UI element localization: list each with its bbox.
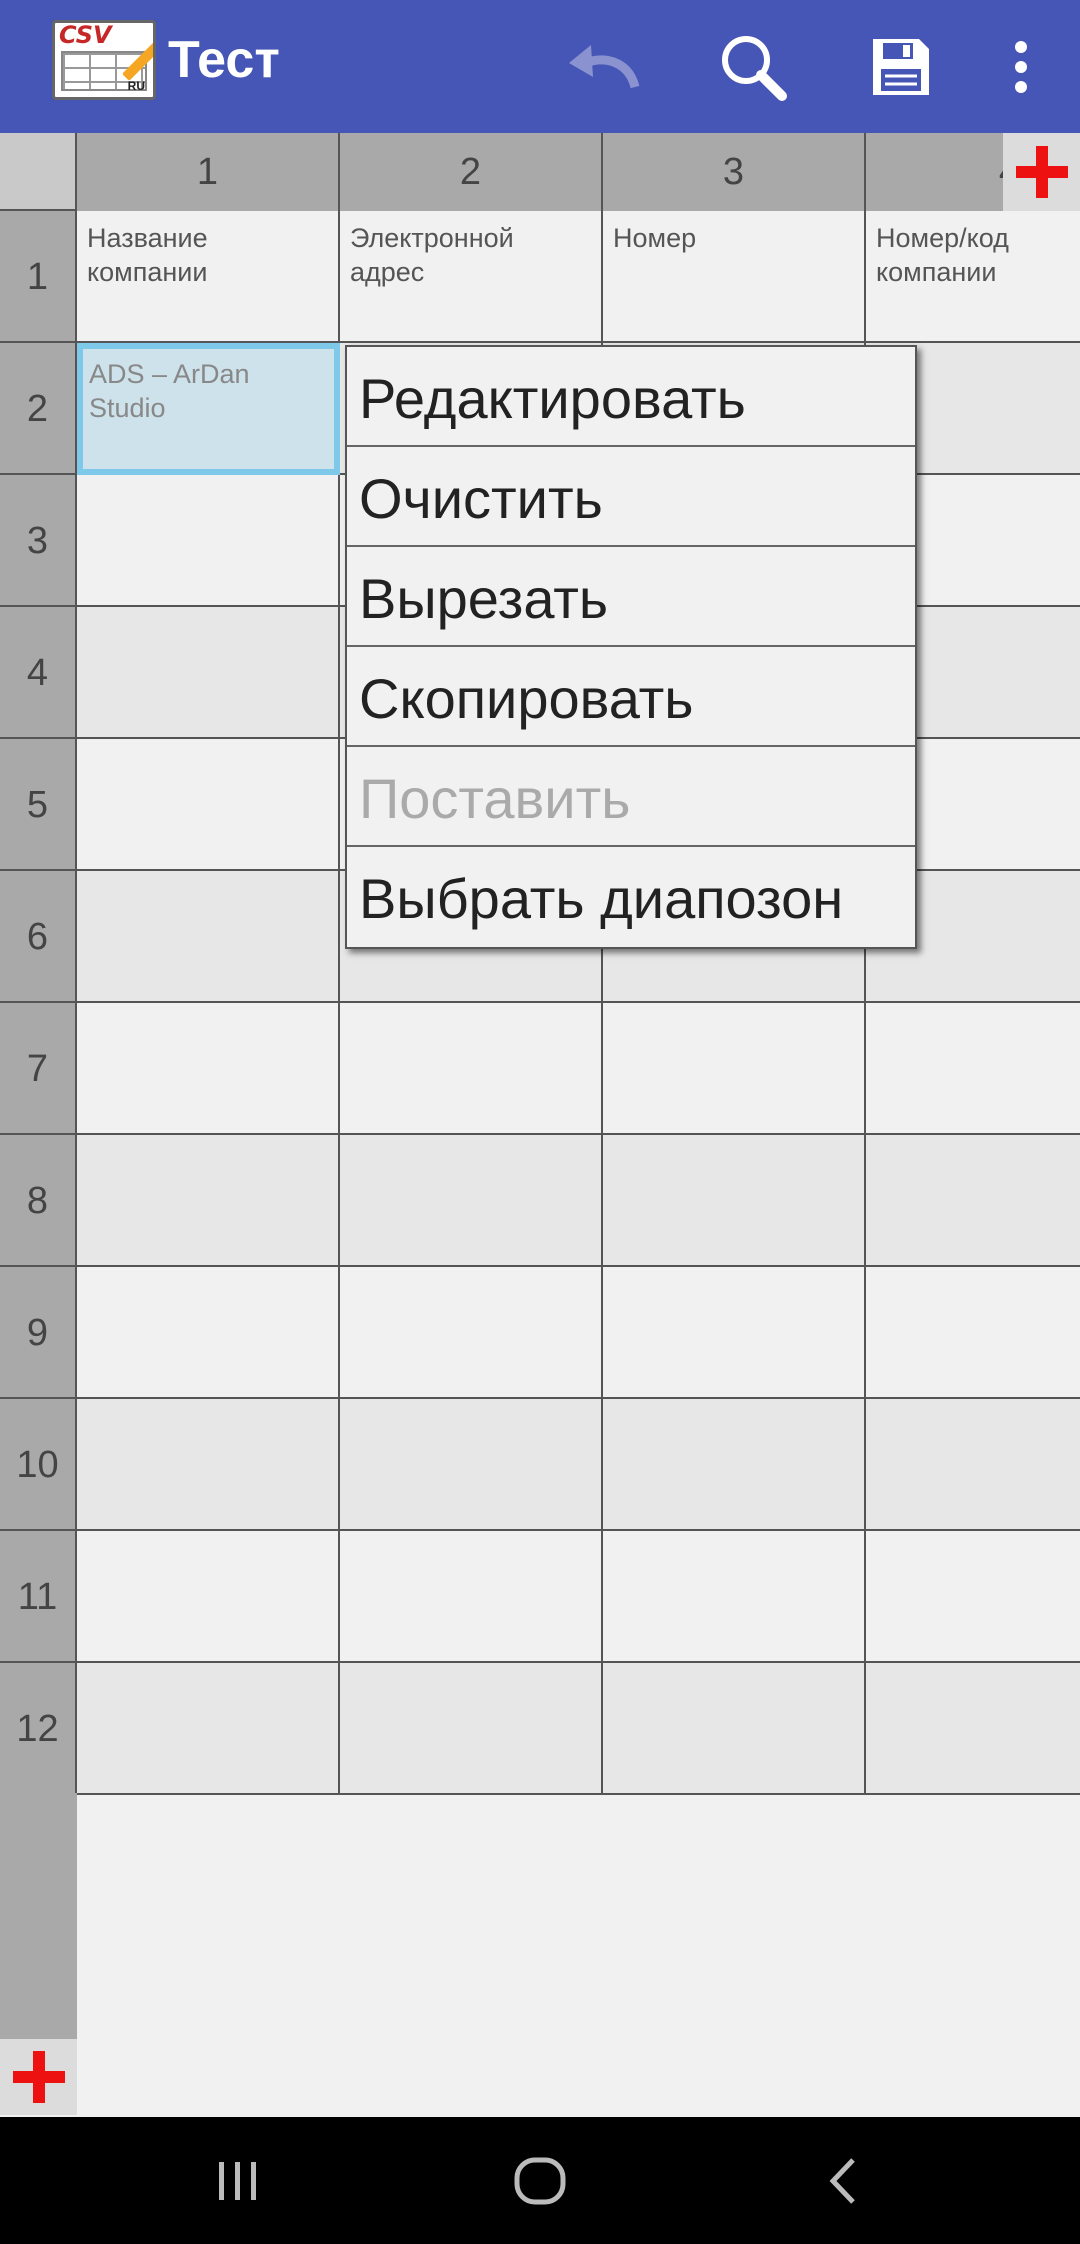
menu-item-clear[interactable]: Очистить (347, 447, 915, 547)
column-header-3[interactable]: 3 (603, 133, 866, 211)
cell-r1-c2[interactable]: Электронной адрес (340, 211, 603, 343)
cell[interactable] (340, 1267, 603, 1399)
row-header-11[interactable]: 11 (0, 1531, 77, 1663)
cell[interactable] (340, 1531, 603, 1663)
menu-item-copy[interactable]: Скопировать (347, 647, 915, 747)
add-column-icon[interactable] (1003, 133, 1080, 211)
logo-csv-text: CSV (59, 21, 112, 49)
row-header-4[interactable]: 4 (0, 607, 77, 739)
cell[interactable] (77, 739, 340, 871)
menu-item-select-range[interactable]: Выбрать диапозон (347, 847, 915, 947)
system-nav-bar (0, 2117, 1080, 2244)
cell[interactable] (603, 1531, 866, 1663)
cell[interactable] (77, 607, 340, 739)
cell[interactable] (77, 1135, 340, 1267)
row-header-2[interactable]: 2 (0, 343, 77, 475)
cell[interactable] (340, 1399, 603, 1531)
recent-apps-icon[interactable] (198, 2143, 278, 2219)
search-icon[interactable] (708, 22, 798, 112)
menu-item-edit[interactable]: Редактировать (347, 347, 915, 447)
cell[interactable] (77, 1531, 340, 1663)
menu-item-cut[interactable]: Вырезать (347, 547, 915, 647)
cell[interactable] (603, 1267, 866, 1399)
cell[interactable] (77, 1003, 340, 1135)
cell[interactable] (603, 1135, 866, 1267)
row-header-6[interactable]: 6 (0, 871, 77, 1003)
app-bar: CSV RU Тест (0, 0, 1080, 133)
back-icon[interactable] (804, 2143, 884, 2219)
home-icon[interactable] (500, 2143, 580, 2219)
row-header-10[interactable]: 10 (0, 1399, 77, 1531)
row-header-1[interactable]: 1 (0, 211, 77, 343)
cell[interactable] (866, 1267, 1080, 1399)
cell[interactable] (77, 1663, 340, 1795)
cell[interactable] (866, 1399, 1080, 1531)
column-header-1[interactable]: 1 (77, 133, 340, 211)
cell[interactable] (77, 475, 340, 607)
grid-corner (0, 133, 77, 211)
cell-r1-c4[interactable]: Номер/код компании (866, 211, 1080, 343)
cell[interactable] (340, 1135, 603, 1267)
app-title: Тест (168, 31, 280, 89)
row-header-5[interactable]: 5 (0, 739, 77, 871)
cell-context-menu: Редактировать Очистить Вырезать Скопиров… (345, 345, 917, 949)
save-icon[interactable] (856, 22, 946, 112)
app-logo: CSV RU (52, 20, 156, 100)
add-row-icon[interactable] (0, 2039, 77, 2115)
undo-icon[interactable] (558, 22, 648, 112)
menu-item-paste: Поставить (347, 747, 915, 847)
cell[interactable] (866, 1531, 1080, 1663)
more-vert-icon[interactable] (976, 22, 1066, 112)
cell-r1-c1[interactable]: Название компании (77, 211, 340, 343)
cell[interactable] (77, 1267, 340, 1399)
logo-ru-badge: RU (127, 79, 145, 93)
row-header-3[interactable]: 3 (0, 475, 77, 607)
row-header-8[interactable]: 8 (0, 1135, 77, 1267)
row-header-9[interactable]: 9 (0, 1267, 77, 1399)
cell[interactable] (77, 1399, 340, 1531)
cell[interactable] (603, 1399, 866, 1531)
row-header-7[interactable]: 7 (0, 1003, 77, 1135)
row-header-12[interactable]: 12 (0, 1663, 77, 1795)
column-header-2[interactable]: 2 (340, 133, 603, 211)
cell[interactable] (866, 1663, 1080, 1795)
cell[interactable] (603, 1663, 866, 1795)
cell[interactable] (866, 1003, 1080, 1135)
cell[interactable] (866, 1135, 1080, 1267)
cell[interactable] (340, 1663, 603, 1795)
cell[interactable] (77, 871, 340, 1003)
cell[interactable] (603, 1003, 866, 1135)
cell-r1-c3[interactable]: Номер (603, 211, 866, 343)
cell[interactable] (340, 1003, 603, 1135)
cell-r2-c1-selected[interactable]: ADS – ArDan Studio (77, 343, 340, 475)
